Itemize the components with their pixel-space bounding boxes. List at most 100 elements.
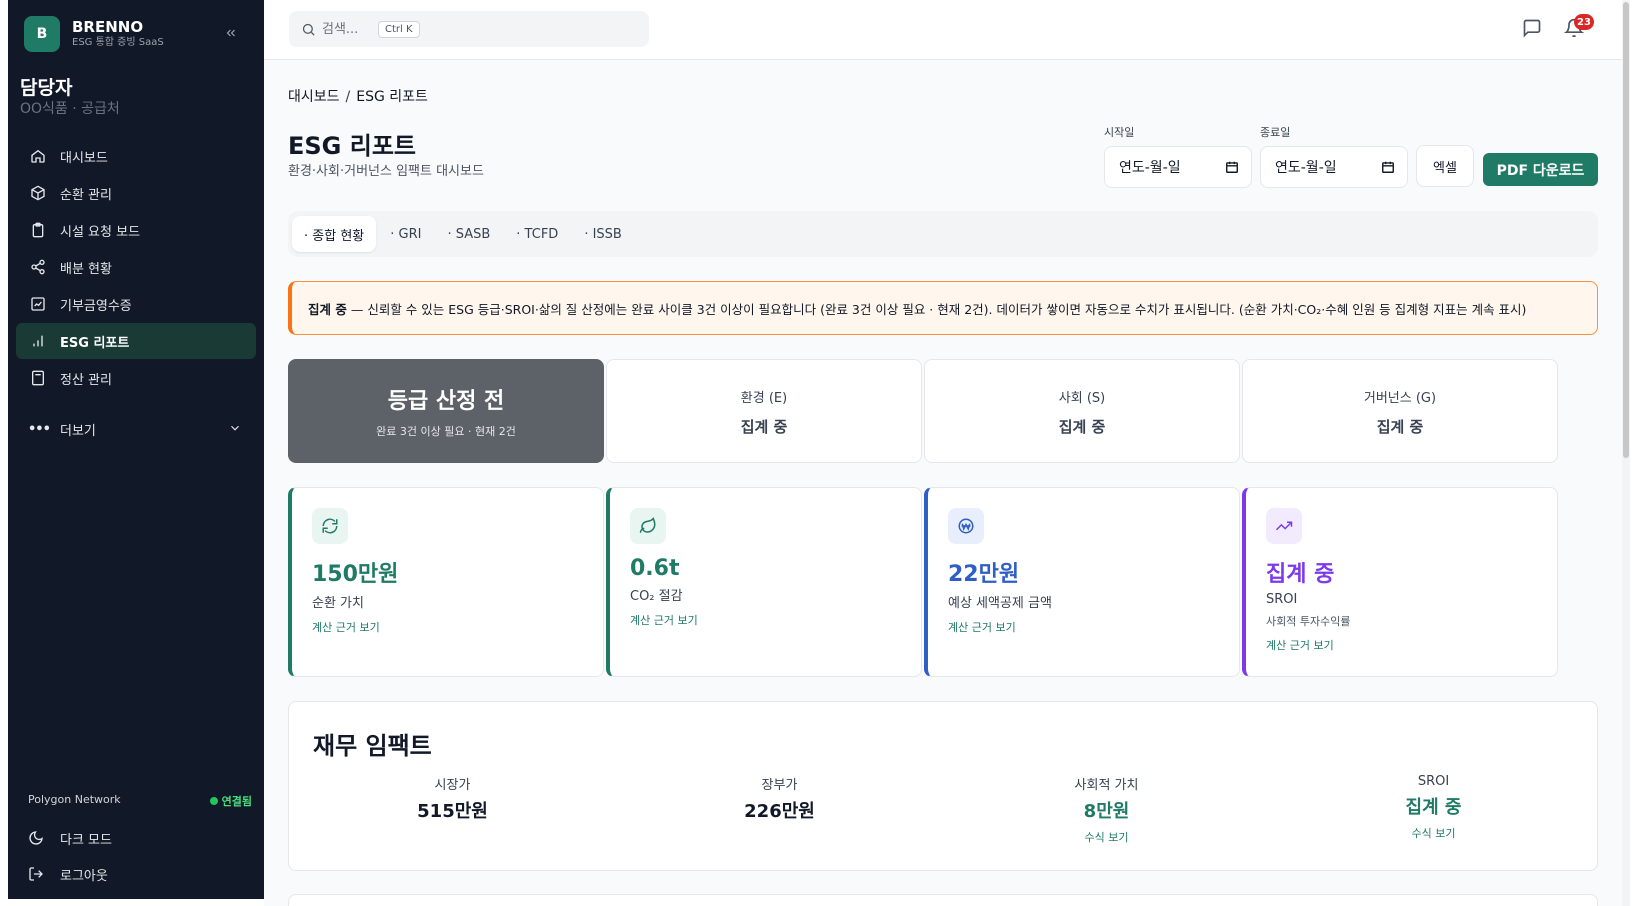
calc-basis-link[interactable]: 계산 근거 보기 <box>948 619 1239 635</box>
pillar-label: 환경 (E) <box>740 391 788 406</box>
sidebar-item-donation-receipt[interactable]: 기부금영수증 <box>16 286 256 322</box>
calendar-icon[interactable] <box>1381 160 1395 174</box>
tab-sasb[interactable]: · SASB <box>435 216 502 252</box>
metric-value: 8만원 <box>1083 801 1130 822</box>
search-shortcut: Ctrl K <box>378 20 420 38</box>
tab-overview[interactable]: · 종합 현황 <box>292 216 377 252</box>
sidebar-item-distribution[interactable]: 배분 현황 <box>16 249 256 285</box>
clipboard-icon <box>28 220 48 240</box>
metric-social-value: 사회적 가치 8만원 수식 보기 <box>943 774 1270 845</box>
kpi-label: CO₂ 절감 <box>630 589 683 604</box>
notification-bell-icon[interactable]: 23 <box>1563 14 1594 40</box>
metric-label: 사회적 가치 <box>1074 778 1139 793</box>
calc-basis-link[interactable]: 계산 근거 보기 <box>312 619 603 635</box>
metric-label: 시장가 <box>434 778 471 793</box>
box-icon <box>28 183 48 203</box>
calendar-icon[interactable] <box>1225 160 1239 174</box>
breadcrumb-parent[interactable]: 대시보드 <box>288 89 340 105</box>
pillar-value: 집계 중 <box>1376 418 1424 436</box>
breadcrumb-current: ESG 리포트 <box>356 89 428 105</box>
status-dot-icon <box>209 797 218 805</box>
page-scrollbar[interactable] <box>1622 0 1630 906</box>
sidebar-item-label: 기부금영수증 <box>60 298 132 314</box>
formula-link[interactable]: 수식 보기 <box>1270 825 1597 841</box>
search-input[interactable] <box>322 21 374 37</box>
brand-logo: B <box>24 16 60 52</box>
sidebar-more-label: 더보기 <box>60 423 96 439</box>
end-date-field[interactable]: 연도-월-일 <box>1260 146 1408 188</box>
report-tabs: · 종합 현황 · GRI · SASB · TCFD · ISSB <box>288 211 1598 257</box>
logout-button[interactable]: 로그아웃 <box>16 856 256 892</box>
logout-icon <box>28 866 48 882</box>
pillar-value: 집계 중 <box>740 418 788 436</box>
logout-label: 로그아웃 <box>60 868 108 884</box>
calc-basis-link[interactable]: 계산 근거 보기 <box>630 612 921 628</box>
sidebar-item-esg-report[interactable]: ESG 리포트 <box>16 323 256 359</box>
start-date-group: 시작일 연도-월-일 <box>1104 124 1252 188</box>
pillar-value: 집계 중 <box>1058 418 1106 436</box>
metric-value: 226만원 <box>744 801 815 822</box>
dark-mode-toggle[interactable]: 다크 모드 <box>16 820 256 856</box>
next-section-card <box>288 894 1598 906</box>
network-status: 연결됨 <box>209 793 252 809</box>
metric-label: SROI <box>1417 774 1450 789</box>
chevron-down-icon <box>228 421 242 439</box>
scrollbar-thumb[interactable] <box>1623 2 1629 458</box>
kpi-label: 예상 세액공제 금액 <box>948 596 1052 611</box>
start-date-field[interactable]: 연도-월-일 <box>1104 146 1252 188</box>
sidebar-item-settlement[interactable]: 정산 관리 <box>16 360 256 396</box>
collapse-sidebar-icon[interactable] <box>220 22 242 44</box>
end-date-value: 연도-월-일 <box>1275 160 1337 176</box>
pdf-download-button[interactable]: PDF 다운로드 <box>1483 153 1598 186</box>
end-date-group: 종료일 연도-월-일 <box>1260 124 1408 188</box>
tab-tcfd[interactable]: · TCFD <box>504 216 570 252</box>
metric-value: 515만원 <box>417 801 488 822</box>
financial-impact-title: 재무 임팩트 <box>313 732 432 760</box>
kpi-card-sroi: 집계 중 SROI 사회적 투자수익률 계산 근거 보기 <box>1242 487 1558 677</box>
network-status-label: 연결됨 <box>221 795 252 808</box>
metric-book-value: 장부가 226만원 <box>616 774 943 845</box>
network-status-row: Polygon Network 연결됨 <box>28 793 252 809</box>
notice-text: — 신뢰할 수 있는 ESG 등급·SROI·삶의 질 산정에는 완료 사이클 … <box>350 301 1527 317</box>
pillar-card-environment: 환경 (E) 집계 중 <box>606 359 922 463</box>
kpi-description: 사회적 투자수익률 <box>1266 615 1351 628</box>
sidebar-item-label: ESG 리포트 <box>60 335 130 351</box>
formula-link[interactable]: 수식 보기 <box>943 829 1270 845</box>
sidebar-item-label: 정산 관리 <box>60 372 112 388</box>
calc-basis-link[interactable]: 계산 근거 보기 <box>1266 637 1557 653</box>
grade-subtitle: 완료 3건 이상 필요 · 현재 2건 <box>376 425 516 438</box>
message-icon[interactable] <box>1522 18 1544 40</box>
sidebar-item-label: 시설 요청 보드 <box>60 224 141 240</box>
bar-chart-icon <box>28 331 48 351</box>
sidebar-item-circulation[interactable]: 순환 관리 <box>16 175 256 211</box>
aggregation-notice: 집계 중 — 신뢰할 수 있는 ESG 등급·SROI·삶의 질 산정에는 완료… <box>288 281 1598 335</box>
excel-export-button[interactable]: 엑셀 <box>1416 145 1474 187</box>
end-date-label: 종료일 <box>1260 126 1291 139</box>
search-box[interactable]: Ctrl K <box>289 11 649 47</box>
sidebar-item-label: 대시보드 <box>60 150 108 166</box>
metric-market-value: 시장가 515만원 <box>289 774 616 845</box>
tab-gri[interactable]: · GRI <box>378 216 433 252</box>
kpi-label: SROI <box>1266 592 1298 607</box>
start-date-value: 연도-월-일 <box>1119 160 1181 176</box>
kpi-value: 0.6t <box>630 556 680 581</box>
dark-mode-label: 다크 모드 <box>60 832 112 848</box>
pillar-label: 사회 (S) <box>1058 391 1106 406</box>
pillar-card-social: 사회 (S) 집계 중 <box>924 359 1240 463</box>
pillar-label: 거버넌스 (G) <box>1363 391 1437 406</box>
receipt-icon <box>28 294 48 314</box>
home-icon <box>28 146 48 166</box>
role-title: 담당자 <box>20 77 73 99</box>
won-icon <box>948 508 984 544</box>
sidebar-item-dashboard[interactable]: 대시보드 <box>16 138 256 174</box>
brand[interactable]: B BRENNO ESG 통합 증빙 SaaS <box>24 16 164 52</box>
search-icon <box>301 22 316 37</box>
sidebar-more[interactable]: ••• 더보기 <box>16 411 256 447</box>
sidebar-item-facility-board[interactable]: 시설 요청 보드 <box>16 212 256 248</box>
main-content: 대시보드 / ESG 리포트 ESG 리포트 환경·사회·거버넌스 임팩트 대시보드… <box>264 60 1622 906</box>
kpi-card-tax-credit: 22만원 예상 세액공제 금액 계산 근거 보기 <box>924 487 1240 677</box>
tab-issb[interactable]: · ISSB <box>572 216 634 252</box>
role-box: 담당자 OO식품 · 공급처 <box>12 76 252 126</box>
kpi-value: 150만원 <box>312 562 399 587</box>
brand-name: BRENNO <box>72 18 144 36</box>
